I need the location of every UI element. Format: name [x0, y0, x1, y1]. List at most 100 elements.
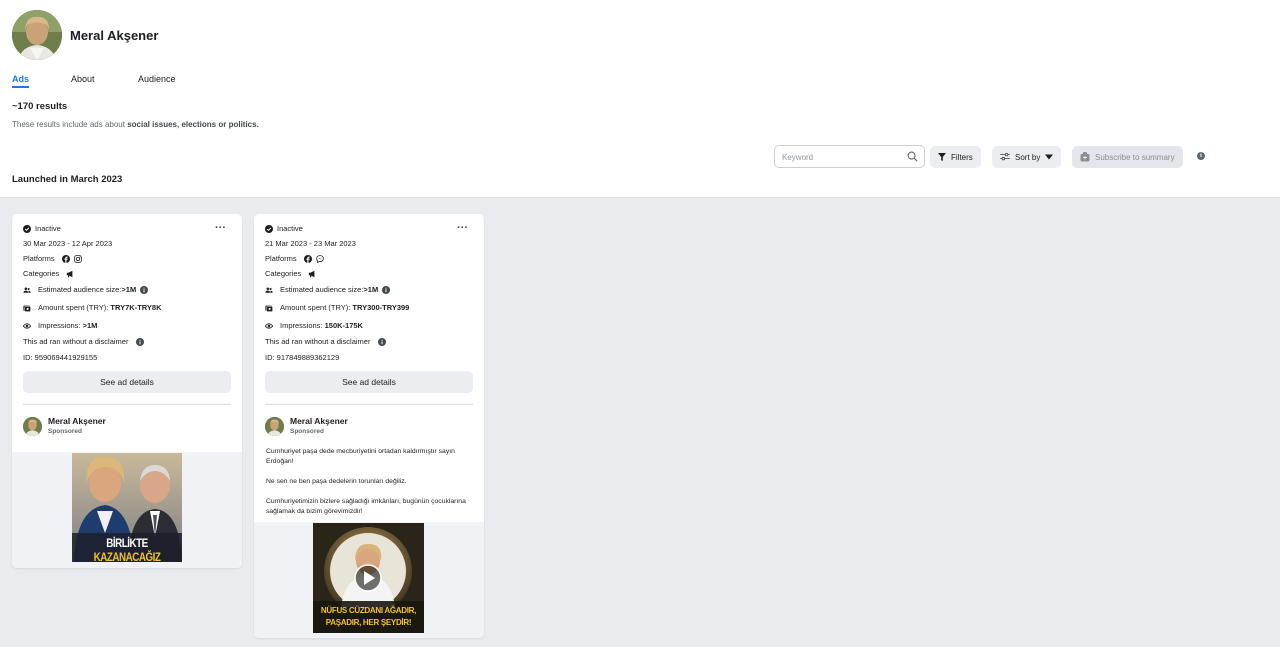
ad-status: Inactive [265, 224, 303, 233]
tab-audience[interactable]: Audience [138, 74, 176, 84]
image-caption: BİRLİKTE KAZANACAĞIZ [82, 536, 172, 562]
people-icon [23, 287, 31, 293]
sort-label: Sort by [1015, 152, 1041, 162]
audience-value: >1M [363, 285, 379, 294]
subscribe-summary-button[interactable]: Subscribe to summary [1072, 146, 1183, 168]
video-caption: NÜFUS CÜZDANI AĞADIR, PAŞADIR, HER ŞEYDİ… [313, 605, 424, 629]
search-input[interactable] [782, 150, 902, 164]
info-icon[interactable] [140, 285, 149, 294]
divider [265, 404, 473, 405]
ad-card: Inactive ··· 21 Mar 2023 - 23 Mar 2023 P… [254, 214, 484, 638]
eye-icon [23, 322, 31, 329]
advertiser-name[interactable]: Meral Akşener [290, 416, 348, 426]
more-options-icon[interactable]: ··· [457, 223, 468, 234]
impressions-value: >1M [82, 321, 98, 330]
info-icon[interactable] [136, 337, 145, 346]
search-box[interactable] [774, 145, 925, 168]
info-icon[interactable]: i [1197, 152, 1205, 160]
instagram-icon [73, 254, 82, 263]
megaphone-icon [309, 270, 315, 277]
filter-icon [938, 153, 946, 161]
messenger-icon [315, 254, 324, 263]
spent-label: Amount spent (TRY): [38, 303, 111, 312]
inactive-check-icon [23, 224, 31, 233]
audience-value: >1M [121, 285, 137, 294]
ad-audience-size: Estimated audience size:>1M [23, 285, 149, 294]
ad-body-text-1: Cumhuriyet paşa dede mecburiyetini ortad… [266, 448, 455, 465]
ad-id: ID: 959069441929155 [23, 353, 98, 362]
facebook-icon [303, 254, 312, 263]
ad-body-text-3: Cumhuriyetimizin bizlere sağladığı imkân… [266, 498, 466, 515]
caption-part-2: KAZANACAĞIZ [93, 550, 161, 562]
divider [23, 404, 231, 405]
impressions-label: Impressions: [280, 321, 325, 330]
impressions-label: Impressions: [38, 321, 83, 330]
filters-label: Filters [951, 152, 973, 162]
categories-label: Categories [265, 269, 302, 278]
ad-impressions: Impressions: 150K-175K [265, 321, 363, 330]
tab-ads[interactable]: Ads [12, 74, 30, 88]
ad-id: ID: 917849889362129 [265, 353, 340, 362]
ad-audience-size: Estimated audience size:>1M [265, 285, 391, 294]
audience-label: Estimated audience size: [280, 285, 364, 294]
ad-amount-spent: Amount spent (TRY): TRY7K-TRY8K [23, 303, 162, 312]
audience-label: Estimated audience size: [38, 285, 122, 294]
subscribe-label: Subscribe to summary [1095, 152, 1175, 162]
results-count: ~170 results [12, 101, 68, 112]
ad-amount-spent: Amount spent (TRY): TRY300-TRY399 [265, 303, 409, 312]
advertiser-avatar[interactable] [265, 417, 284, 436]
caption-line-1: NÜFUS CÜZDANI AĞADIR, [320, 606, 417, 615]
megaphone-icon [67, 270, 73, 277]
page-header: Meral Akşener Ads About Audience ~170 re… [0, 0, 1280, 198]
facebook-icon [61, 254, 70, 263]
ad-categories: Categories [23, 269, 74, 278]
caret-down-icon [1045, 154, 1054, 160]
disclaimer-text: This ad ran without a disclaimer [23, 337, 129, 346]
eye-icon [265, 322, 273, 329]
page-title: Meral Akşener [70, 28, 159, 43]
impressions-value: 150K-175K [324, 321, 363, 330]
ad-video[interactable]: NÜFUS CÜZDANI AĞADIR, PAŞADIR, HER ŞEYDİ… [313, 523, 424, 633]
see-ad-details-button[interactable]: See ad details [265, 371, 473, 393]
ad-dates: 30 Mar 2023 - 12 Apr 2023 [23, 239, 113, 248]
disclaimer-text: This ad ran without a disclaimer [265, 337, 371, 346]
spent-value: TRY7K-TRY8K [110, 303, 162, 312]
ad-status-label: Inactive [35, 224, 61, 233]
caption-part-1: BİRLİKTE [106, 536, 148, 550]
results-note-bold: social issues, elections or politics. [127, 120, 259, 129]
filters-button[interactable]: Filters [930, 146, 981, 168]
advertiser-name[interactable]: Meral Akşener [48, 416, 106, 426]
info-icon[interactable] [382, 285, 391, 294]
categories-label: Categories [23, 269, 60, 278]
ad-platforms: Platforms [265, 254, 324, 263]
ad-disclaimer: This ad ran without a disclaimer [23, 337, 145, 346]
ad-disclaimer: This ad ran without a disclaimer [265, 337, 387, 346]
money-icon [23, 305, 31, 312]
see-ad-details-button[interactable]: See ad details [23, 371, 231, 393]
ad-body-text-2: Ne sen ne ben paşa dedelerin torunları d… [266, 478, 407, 485]
subscribe-icon [1080, 152, 1090, 162]
search-icon[interactable] [907, 151, 918, 162]
sliders-icon [1000, 153, 1010, 161]
sponsored-label: Sponsored [48, 428, 82, 435]
section-title: Launched in March 2023 [12, 174, 123, 185]
sponsored-label: Sponsored [290, 428, 324, 435]
ad-status: Inactive [23, 224, 61, 233]
sort-by-button[interactable]: Sort by [992, 146, 1062, 168]
ad-image[interactable]: BİRLİKTE KAZANACAĞIZ [72, 453, 182, 562]
info-icon[interactable] [378, 337, 387, 346]
ad-dates: 21 Mar 2023 - 23 Mar 2023 [265, 239, 356, 248]
platforms-label: Platforms [23, 254, 55, 263]
ad-categories: Categories [265, 269, 316, 278]
results-note: These results include ads about social i… [12, 120, 259, 129]
tab-about[interactable]: About [71, 74, 95, 84]
spent-value: TRY300-TRY399 [352, 303, 410, 312]
more-options-icon[interactable]: ··· [215, 223, 226, 234]
caption-line-2: PAŞADIR, HER ŞEYDİR! [325, 618, 412, 627]
ad-card: Inactive ··· 30 Mar 2023 - 12 Apr 2023 P… [12, 214, 242, 568]
advertiser-avatar[interactable] [23, 417, 42, 436]
ad-platforms: Platforms [23, 254, 82, 263]
money-icon [265, 305, 273, 312]
page-avatar[interactable] [12, 10, 62, 60]
platforms-label: Platforms [265, 254, 297, 263]
